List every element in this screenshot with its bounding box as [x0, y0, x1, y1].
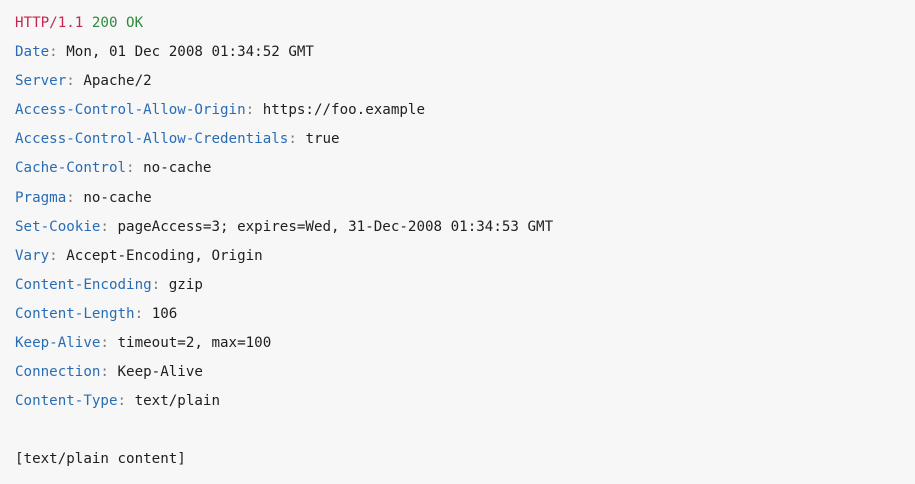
header-value: Mon, 01 Dec 2008 01:34:52 GMT: [66, 44, 314, 61]
header-name: Content-Encoding: [15, 276, 152, 293]
header-line: Connection: Keep-Alive: [15, 358, 900, 387]
status-code: 200 OK: [91, 15, 144, 31]
header-separator: :: [66, 73, 75, 90]
header-separator: :: [100, 335, 109, 352]
header-line: Vary: Accept-Encoding, Origin: [15, 242, 900, 271]
header-line: Content-Length: 106: [15, 300, 900, 329]
header-name: Access-Control-Allow-Credentials: [15, 131, 289, 148]
header-separator: :: [100, 364, 109, 381]
header-name: Keep-Alive: [15, 335, 101, 352]
header-value: 106: [151, 305, 178, 322]
header-separator: :: [100, 218, 109, 235]
header-line: Cache-Control: no-cache: [15, 154, 900, 183]
header-name: Connection: [15, 364, 101, 381]
header-value: Accept-Encoding, Origin: [66, 247, 263, 264]
header-separator: :: [126, 160, 135, 177]
header-name: Server: [15, 73, 67, 90]
header-value: Keep-Alive: [117, 364, 203, 381]
header-value: Apache/2: [83, 73, 152, 90]
header-separator: :: [49, 247, 58, 264]
header-value: no-cache: [83, 189, 152, 206]
header-name: Content-Length: [15, 305, 135, 322]
protocol-version: HTTP/1.1: [15, 15, 84, 31]
header-separator: :: [245, 102, 255, 119]
header-line: Access-Control-Allow-Credentials: true: [15, 125, 900, 154]
header-value: gzip: [168, 276, 203, 293]
response-body: [text/plain content]: [15, 451, 186, 468]
header-separator: :: [117, 393, 127, 410]
header-value: no-cache: [143, 160, 212, 177]
header-separator: :: [151, 276, 161, 293]
header-separator: :: [134, 305, 144, 322]
header-line: Pragma: no-cache: [15, 184, 900, 213]
status-line: HTTP/1.1 200 OK: [15, 9, 900, 38]
header-value: pageAccess=3; expires=Wed, 31-Dec-2008 0…: [117, 218, 554, 235]
http-response-code-block: HTTP/1.1 200 OK Date: Mon, 01 Dec 2008 0…: [0, 0, 915, 484]
header-value: text/plain: [134, 393, 221, 410]
header-separator: :: [66, 189, 75, 206]
header-name: Access-Control-Allow-Origin: [15, 102, 246, 119]
header-name: Vary: [15, 247, 50, 264]
header-line: Server: Apache/2: [15, 67, 900, 96]
header-name: Set-Cookie: [15, 218, 101, 235]
header-name: Pragma: [15, 189, 67, 206]
header-line: Set-Cookie: pageAccess=3; expires=Wed, 3…: [15, 213, 900, 242]
header-value: https://foo.example: [262, 102, 426, 119]
header-line: Content-Type: text/plain: [15, 387, 900, 416]
header-line: Date: Mon, 01 Dec 2008 01:34:52 GMT: [15, 38, 900, 67]
header-line: Access-Control-Allow-Origin: https://foo…: [15, 96, 900, 125]
header-line: Keep-Alive: timeout=2, max=100: [15, 329, 900, 358]
header-line: Content-Encoding: gzip: [15, 271, 900, 300]
header-separator: :: [288, 131, 297, 148]
header-value: timeout=2, max=100: [117, 335, 272, 352]
header-name: Content-Type: [15, 393, 118, 410]
header-separator: :: [49, 44, 58, 61]
header-value: true: [305, 131, 340, 148]
header-name: Cache-Control: [15, 160, 127, 177]
header-name: Date: [15, 44, 50, 61]
